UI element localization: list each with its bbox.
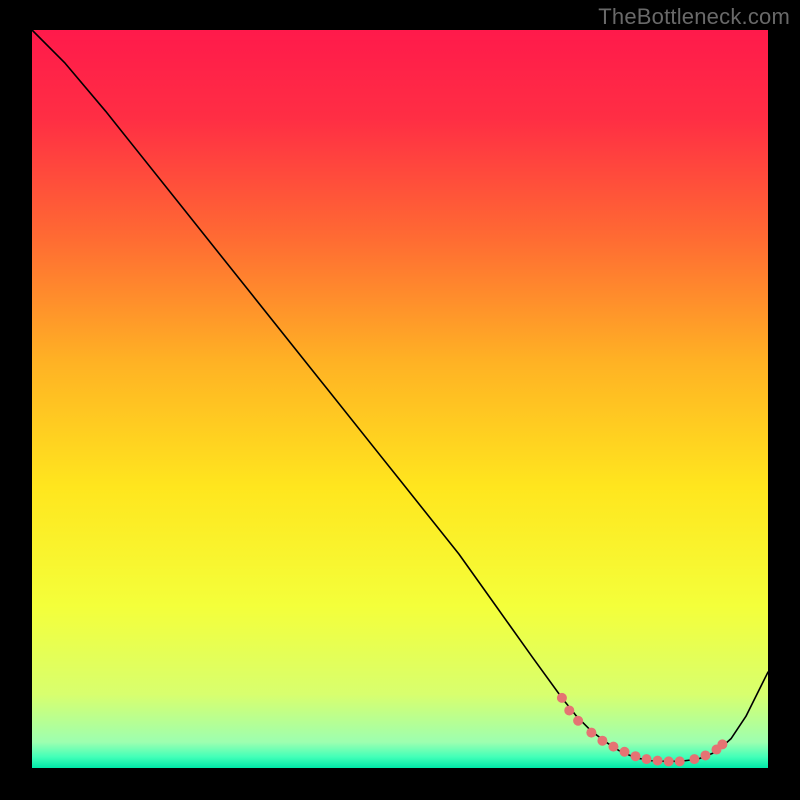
curve-marker (700, 750, 710, 760)
curve-marker (564, 705, 574, 715)
curve-marker (586, 728, 596, 738)
curve-marker (631, 751, 641, 761)
curve-marker (608, 742, 618, 752)
chart-root: TheBottleneck.com (0, 0, 800, 800)
curve-marker (619, 747, 629, 757)
chart-svg (0, 0, 800, 800)
curve-marker (664, 756, 674, 766)
curve-marker (689, 754, 699, 764)
curve-marker (717, 739, 727, 749)
watermark-text: TheBottleneck.com (598, 4, 790, 30)
curve-marker (557, 693, 567, 703)
plot-background (32, 30, 768, 768)
curve-marker (675, 756, 685, 766)
curve-marker (597, 736, 607, 746)
curve-marker (573, 716, 583, 726)
curve-marker (653, 756, 663, 766)
curve-marker (642, 754, 652, 764)
